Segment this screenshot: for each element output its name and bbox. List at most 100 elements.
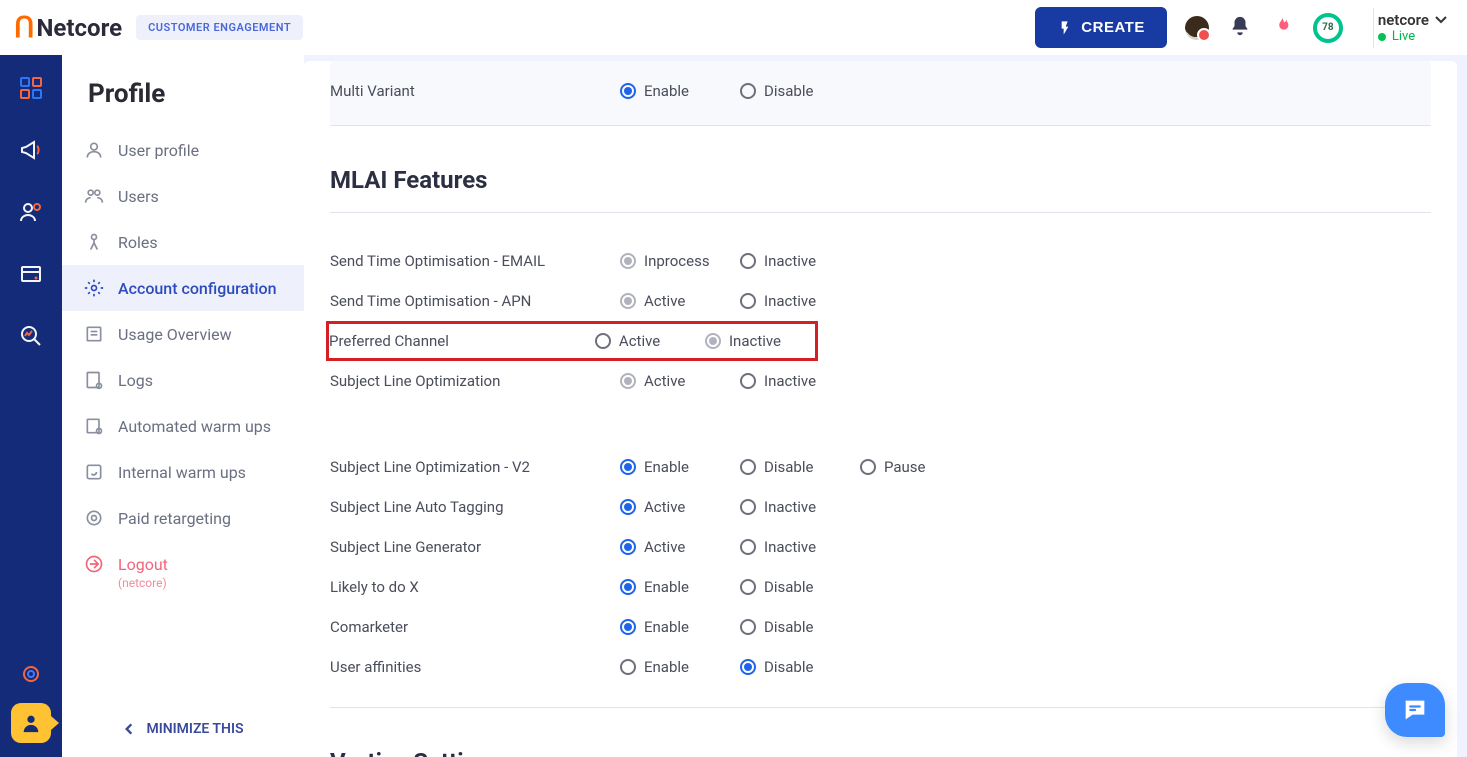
setting-label: Subject Line Optimization — [330, 372, 620, 390]
radio-option[interactable] — [740, 83, 756, 99]
radio-option-wrapper[interactable]: Enable — [620, 658, 740, 676]
radio-option-wrapper[interactable]: Inactive — [740, 498, 860, 516]
radio-option-wrapper[interactable]: Active — [620, 372, 740, 390]
flame-icon[interactable] — [1271, 15, 1293, 41]
rail-dashboard-icon[interactable] — [18, 75, 44, 101]
sidebar-item-usage-overview[interactable]: Usage Overview — [62, 311, 304, 357]
setting-label: Subject Line Optimization - V2 — [330, 458, 620, 476]
sidebar-item-internal-warm-ups[interactable]: Internal warm ups — [62, 449, 304, 495]
radio-option-wrapper[interactable]: Disable — [740, 82, 860, 100]
radio-option-wrapper[interactable]: Active — [620, 538, 740, 556]
notifications-icon[interactable] — [1229, 15, 1251, 41]
create-button[interactable]: CREATE — [1035, 7, 1167, 48]
radio-option[interactable] — [620, 373, 636, 389]
chevron-down-icon — [1435, 16, 1447, 24]
minimize-sidebar-button[interactable]: MINIMIZE THIS — [62, 702, 304, 757]
radio-option-wrapper[interactable]: Disable — [740, 618, 860, 636]
radio-option[interactable] — [740, 659, 756, 675]
radio-option[interactable] — [595, 333, 611, 349]
radio-option[interactable] — [860, 459, 876, 475]
radio-option-wrapper[interactable]: Inactive — [705, 332, 815, 350]
chevron-left-icon — [122, 722, 136, 736]
product-tag: CUSTOMER ENGAGEMENT — [136, 15, 303, 40]
radio-option[interactable] — [620, 579, 636, 595]
brand-text: Netcore — [37, 14, 123, 42]
radio-option-wrapper[interactable]: Disable — [740, 658, 860, 676]
radio-option-wrapper[interactable]: Inactive — [740, 292, 860, 310]
radio-option[interactable] — [620, 459, 636, 475]
radio-option-wrapper[interactable]: Enable — [620, 618, 740, 636]
mlai-rows-2: Subject Line Optimization - V2EnableDisa… — [330, 437, 1431, 707]
radio-option-wrapper[interactable]: Enable — [620, 82, 740, 100]
radio-option[interactable] — [620, 659, 636, 675]
sidebar-item-users[interactable]: Users — [62, 173, 304, 219]
sidebar-item-automated-warm-ups[interactable]: Automated warm ups — [62, 403, 304, 449]
setting-row: Multi VariantEnableDisable — [330, 71, 1431, 111]
chat-fab-button[interactable] — [1385, 683, 1445, 737]
chat-icon — [1401, 696, 1429, 724]
rail-profile-button[interactable] — [11, 703, 51, 743]
auto-icon — [84, 416, 104, 436]
rail-analytics-icon[interactable] — [18, 323, 44, 349]
header-separator — [1373, 8, 1374, 48]
internal-icon — [84, 462, 104, 482]
radio-option-wrapper[interactable]: Inactive — [740, 372, 860, 390]
rail-content-icon[interactable] — [18, 261, 44, 287]
profile-avatar-icon[interactable] — [1185, 16, 1209, 40]
radio-option-wrapper[interactable]: Enable — [620, 578, 740, 596]
radio-option-wrapper[interactable]: Inactive — [740, 538, 860, 556]
radio-option-wrapper[interactable]: Active — [620, 498, 740, 516]
rail-users-icon[interactable] — [18, 199, 44, 225]
setting-row: Subject Line OptimizationActiveInactive — [330, 361, 1431, 401]
health-score[interactable]: 78 — [1313, 13, 1343, 43]
users-icon — [84, 186, 104, 206]
setting-row: Likely to do XEnableDisable — [330, 567, 1431, 607]
rail-settings-icon[interactable] — [18, 661, 44, 687]
lightning-icon — [1057, 20, 1073, 36]
radio-option[interactable] — [740, 373, 756, 389]
sidebar-item-paid-retargeting[interactable]: Paid retargeting — [62, 495, 304, 541]
sidebar-item-logout[interactable]: Logout (netcore) — [62, 541, 304, 603]
setting-row: User affinitiesEnableDisable — [330, 647, 1431, 687]
radio-option-wrapper[interactable]: Active — [595, 332, 705, 350]
target-icon — [84, 508, 104, 528]
brand-logo[interactable]: ᑎ Netcore — [14, 11, 122, 44]
setting-label: Send Time Optimisation - APN — [330, 292, 620, 310]
radio-option[interactable] — [740, 619, 756, 635]
radio-option-wrapper[interactable]: Enable — [620, 458, 740, 476]
top-header: ᑎ Netcore CUSTOMER ENGAGEMENT CREATE 78 … — [0, 0, 1467, 55]
radio-option-wrapper[interactable]: Inactive — [740, 252, 860, 270]
sidebar-item-account-configuration[interactable]: Account configuration — [62, 265, 304, 311]
radio-option-wrapper[interactable]: Active — [620, 292, 740, 310]
setting-label: Subject Line Auto Tagging — [330, 498, 620, 516]
section-title-vertica: Vertica Settings — [330, 726, 1431, 757]
radio-option[interactable] — [740, 539, 756, 555]
sidebar-item-logs[interactable]: Logs — [62, 357, 304, 403]
radio-option[interactable] — [740, 579, 756, 595]
sidebar-item-roles[interactable]: Roles — [62, 219, 304, 265]
radio-option[interactable] — [620, 499, 636, 515]
radio-option-wrapper[interactable]: Pause — [860, 458, 980, 476]
radio-option[interactable] — [705, 333, 721, 349]
sidebar-item-user-profile[interactable]: User profile — [62, 127, 304, 173]
radio-option-wrapper[interactable]: Disable — [740, 578, 860, 596]
radio-option[interactable] — [740, 253, 756, 269]
radio-option[interactable] — [620, 619, 636, 635]
radio-option[interactable] — [740, 499, 756, 515]
radio-option-wrapper[interactable]: Inprocess — [620, 252, 740, 270]
radio-option[interactable] — [620, 253, 636, 269]
radio-option[interactable] — [620, 293, 636, 309]
rail-megaphone-icon[interactable] — [18, 137, 44, 163]
setting-row: ComarketerEnableDisable — [330, 607, 1431, 647]
profile-sidebar: Profile User profile Users Roles Account… — [62, 55, 304, 757]
setting-label: User affinities — [330, 658, 620, 676]
account-switcher[interactable]: netcore Live — [1378, 11, 1453, 45]
radio-option-wrapper[interactable]: Disable — [740, 458, 860, 476]
radio-option[interactable] — [620, 83, 636, 99]
radio-option[interactable] — [740, 459, 756, 475]
gear-icon — [84, 278, 104, 298]
features-block: Multi VariantEnableDisable — [330, 61, 1431, 125]
radio-option[interactable] — [740, 293, 756, 309]
setting-label: Comarketer — [330, 618, 620, 636]
radio-option[interactable] — [620, 539, 636, 555]
